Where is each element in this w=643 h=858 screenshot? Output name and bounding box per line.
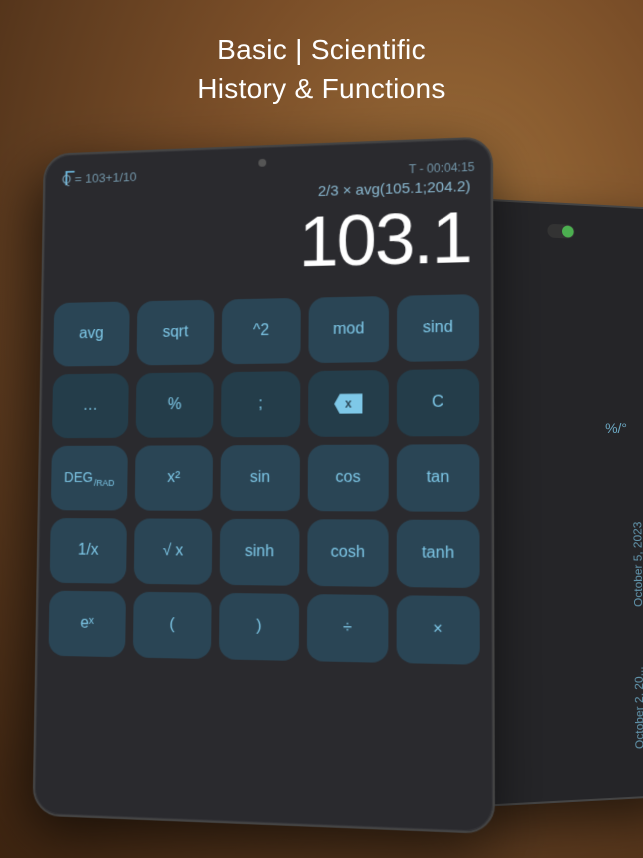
- btn-sqrt-x[interactable]: √ x: [134, 519, 213, 585]
- btn-sinh[interactable]: sinh: [220, 519, 300, 586]
- pct-label: %/°: [605, 420, 627, 436]
- history-date-2: October 2, 20...: [632, 666, 643, 749]
- btn-semicolon[interactable]: ;: [221, 371, 300, 437]
- btn-clear[interactable]: C: [397, 369, 479, 437]
- timer-text: T - 00:04:15: [409, 159, 475, 175]
- display-area: Q = 103+1/10 T - 00:04:15 2/3 × avg(105.…: [43, 152, 491, 295]
- btn-cosh[interactable]: cosh: [307, 519, 388, 587]
- btn-deg-rad[interactable]: DEG/RAD: [51, 446, 128, 511]
- title-line1: Basic | Scientific: [0, 30, 643, 69]
- delete-shape: x: [334, 394, 362, 414]
- history-dates: October 5, 2023 October 2, 20...: [631, 522, 643, 750]
- btn-x-squared[interactable]: x²: [135, 445, 213, 511]
- btn-sin[interactable]: sin: [220, 445, 300, 511]
- btn-row-5: eˣ ( ) ÷ ×: [48, 591, 479, 665]
- indicator-dot: [562, 225, 574, 237]
- btn-percent[interactable]: %: [136, 372, 214, 438]
- btn-row-3: DEG/RAD x² sin cos tan: [51, 444, 480, 512]
- btn-reciprocal[interactable]: 1/x: [50, 518, 127, 584]
- btn-mod[interactable]: mod: [308, 296, 389, 363]
- btn-row-2: … % ; x C: [52, 369, 479, 438]
- main-tablet: Γ Q = 103+1/10 T - 00:04:15 2/3 × avg(10…: [32, 136, 495, 834]
- btn-sind[interactable]: sind: [397, 294, 479, 362]
- btn-cos[interactable]: cos: [308, 445, 389, 512]
- btn-exp[interactable]: eˣ: [48, 591, 125, 658]
- history-date-1: October 5, 2023: [631, 522, 643, 607]
- btn-pow2[interactable]: ^2: [222, 298, 301, 364]
- main-result: 103.1: [58, 199, 475, 288]
- btn-row-1: avg sqrt ^2 mod sind: [53, 294, 479, 367]
- btn-sqrt[interactable]: sqrt: [137, 300, 215, 366]
- btn-close-paren[interactable]: ): [219, 593, 299, 661]
- history-expression: Q = 103+1/10: [62, 169, 137, 186]
- btn-avg[interactable]: avg: [53, 302, 130, 367]
- btn-tan[interactable]: tan: [397, 444, 480, 512]
- toggle-indicator: [547, 224, 574, 239]
- title-area: Basic | Scientific History & Functions: [0, 30, 643, 108]
- btn-multiply[interactable]: ×: [397, 595, 480, 665]
- btn-divide[interactable]: ÷: [307, 594, 389, 663]
- btn-ellipsis[interactable]: …: [52, 374, 129, 439]
- btn-tanh[interactable]: tanh: [397, 520, 480, 588]
- btn-delete[interactable]: x: [308, 370, 389, 437]
- title-line2: History & Functions: [0, 69, 643, 108]
- btn-row-4: 1/x √ x sinh cosh tanh: [50, 518, 480, 588]
- button-grid: avg sqrt ^2 mod sind … % ; x C DEG/RAD x…: [37, 286, 493, 678]
- btn-open-paren[interactable]: (: [133, 592, 212, 659]
